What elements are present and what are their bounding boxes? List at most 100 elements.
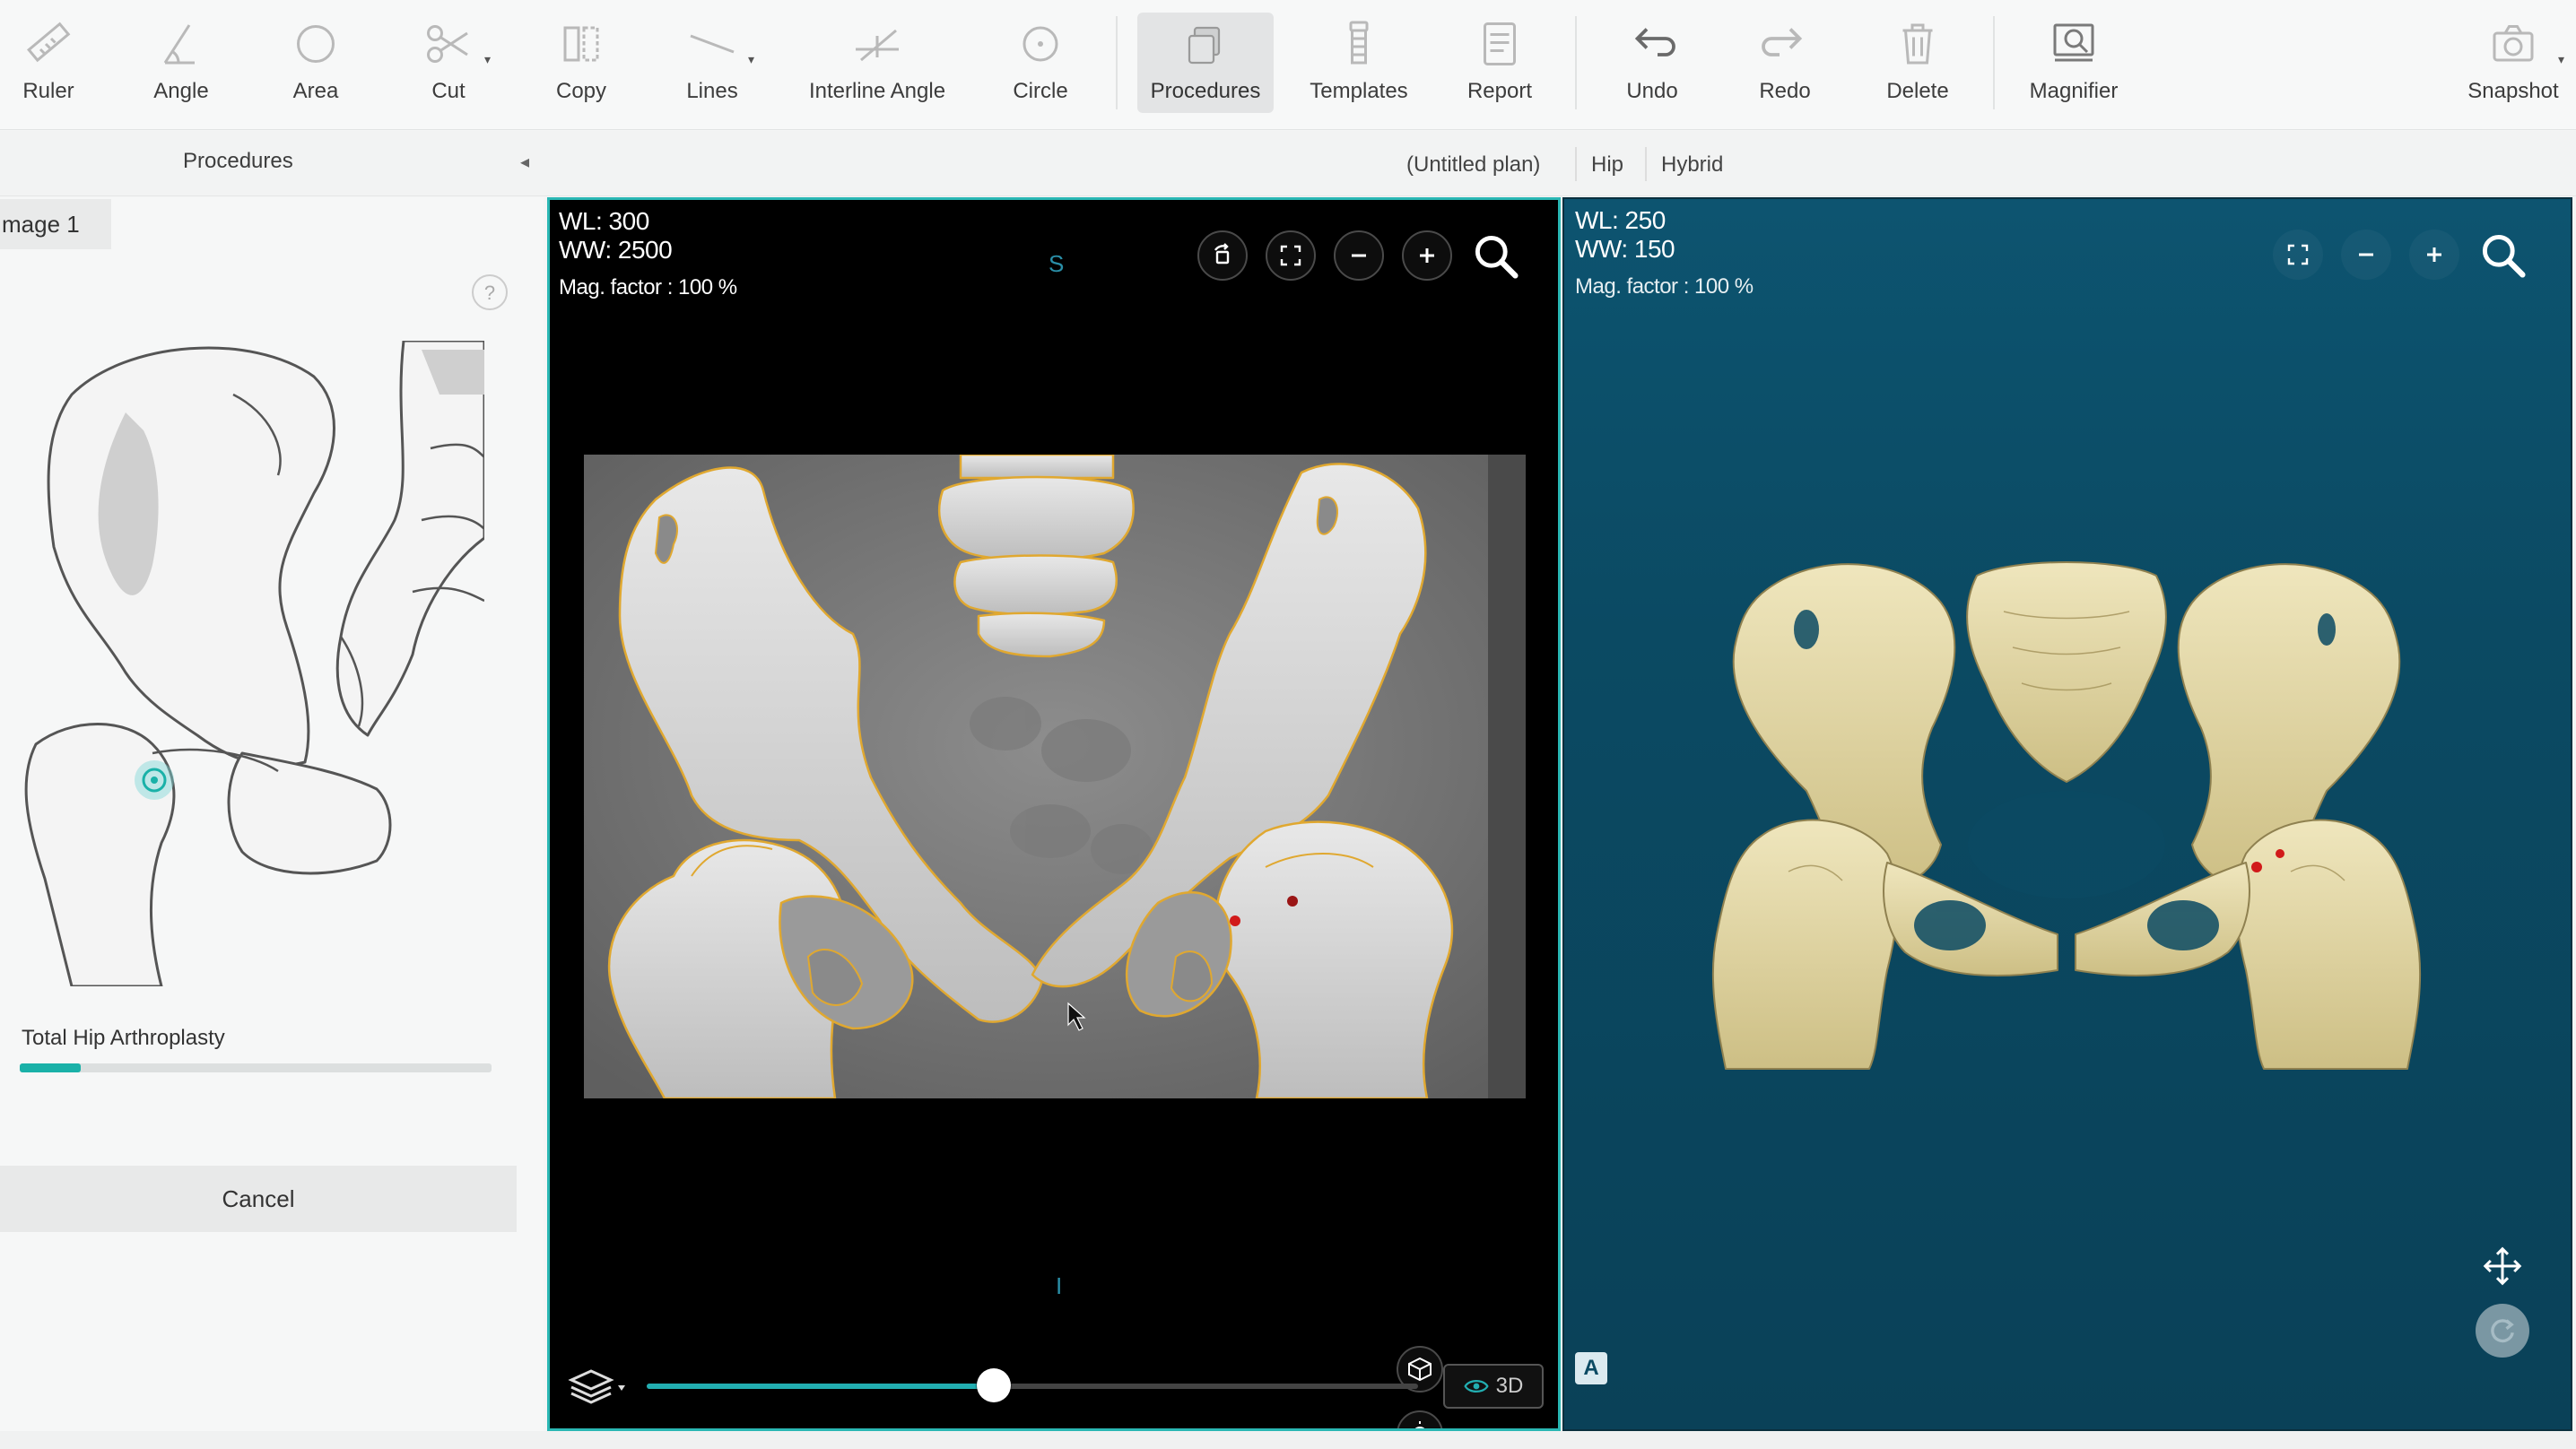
copy-tool-button[interactable]: Copy <box>544 13 619 113</box>
show-3d-toggle-button[interactable]: 3D <box>1443 1364 1544 1409</box>
lines-icon <box>681 13 744 75</box>
plus-icon <box>1420 248 1434 263</box>
undo-label: Undo <box>1626 79 1678 103</box>
delete-label: Delete <box>1886 79 1949 103</box>
contrast-icon <box>1414 1421 1425 1428</box>
crumb-hybrid[interactable]: Hybrid <box>1661 152 1723 178</box>
magnification-readout: Mag. factor : 100 % <box>559 275 737 299</box>
orientation-superior-label: S <box>1049 250 1065 277</box>
area-icon <box>284 13 347 75</box>
minus-icon <box>2359 253 2373 256</box>
rotate-view-button[interactable] <box>1197 230 1248 281</box>
templates-tool-button[interactable]: Templates <box>1301 13 1417 113</box>
cube-icon <box>1408 1357 1432 1382</box>
circle-icon <box>1009 13 1072 75</box>
toolbar-separator <box>1993 16 1995 109</box>
angle-tool-button[interactable]: Angle <box>144 13 219 113</box>
magnifier-label: Magnifier <box>2029 79 2119 103</box>
report-icon <box>1468 13 1531 75</box>
rotate-3d-button[interactable] <box>2476 1304 2529 1358</box>
procedures-label: Procedures <box>1150 79 1261 103</box>
eye-icon <box>1463 1379 1489 1393</box>
refresh-icon <box>2491 1319 2514 1343</box>
angle-icon <box>150 13 213 75</box>
circle-label: Circle <box>1013 79 1068 103</box>
minus-icon <box>1352 254 1366 257</box>
snapshot-dropdown-caret-icon[interactable]: ▾ <box>2558 52 2564 67</box>
interline-angle-label: Interline Angle <box>808 79 946 103</box>
hip-anatomy-illustration <box>24 341 484 986</box>
layers-icon[interactable] <box>566 1362 629 1407</box>
ct-coronal-image <box>584 455 1526 1098</box>
contrast-toggle-button[interactable] <box>1397 1410 1443 1428</box>
3d-render-viewport[interactable]: WL: 250 WW: 150 Mag. factor : 100 % A <box>1562 197 2572 1431</box>
cut-dropdown-caret-icon[interactable]: ▾ <box>484 52 491 67</box>
help-icon[interactable]: ? <box>472 274 508 310</box>
procedures-panel-title: Procedures <box>183 149 293 173</box>
templates-label: Templates <box>1310 79 1408 103</box>
procedures-tool-button[interactable]: Procedures <box>1137 13 1274 113</box>
crumb-hip[interactable]: Hip <box>1591 152 1623 178</box>
fit-to-screen-button[interactable] <box>1266 230 1316 281</box>
move-arrows-icon[interactable] <box>2481 1245 2524 1288</box>
cancel-button[interactable]: Cancel <box>0 1166 517 1232</box>
redo-button[interactable]: Redo <box>1747 13 1823 113</box>
interline-angle-tool-button[interactable]: Interline Angle <box>796 13 958 113</box>
circle-tool-button[interactable]: Circle <box>1003 13 1078 113</box>
fullscreen-icon <box>2287 244 2309 265</box>
zoom-out-button[interactable] <box>1334 230 1384 281</box>
ruler-label: Ruler <box>22 79 74 103</box>
snapshot-label: Snapshot <box>2467 79 2559 103</box>
slice-slider-handle[interactable] <box>977 1368 1011 1402</box>
fullscreen-icon <box>1280 245 1301 266</box>
lines-label: Lines <box>686 79 738 103</box>
procedure-name: Total Hip Arthroplasty <box>22 1026 225 1050</box>
procedure-progress-fill <box>20 1063 82 1072</box>
delete-button[interactable]: Delete <box>1880 13 1955 113</box>
search-icon <box>1475 235 1519 279</box>
plan-name[interactable]: (Untitled plan) <box>1406 152 1540 178</box>
report-tool-button[interactable]: Report <box>1462 13 1537 113</box>
window-level-readout: WL: 250 <box>1575 206 1666 234</box>
search-zoom-button[interactable] <box>1466 227 1524 284</box>
window-width-readout: WW: 150 <box>1575 235 1675 263</box>
snapshot-tool-button[interactable]: Snapshot ▾ <box>2461 13 2565 113</box>
landmark-point <box>1287 896 1298 907</box>
landmark-point <box>1230 915 1240 926</box>
toolbar-separator <box>1116 16 1118 109</box>
landmark-point <box>2276 849 2284 858</box>
search-zoom-button[interactable] <box>2474 226 2531 283</box>
undo-icon <box>1621 13 1684 75</box>
cut-tool-button[interactable]: Cut ▾ <box>411 13 491 113</box>
lines-tool-button[interactable]: Lines ▾ <box>674 13 754 113</box>
annotation-a-icon[interactable]: A <box>1575 1352 1607 1384</box>
image-tab[interactable]: mage 1 <box>0 199 111 249</box>
magnifier-icon <box>2042 13 2105 75</box>
sub-header-bar <box>0 131 2576 196</box>
undo-button[interactable]: Undo <box>1614 13 1690 113</box>
plus-icon <box>2427 247 2441 262</box>
area-label: Area <box>292 79 339 103</box>
collapse-panel-icon[interactable]: ◂ <box>520 151 529 173</box>
magnifier-tool-button[interactable]: Magnifier <box>2018 13 2129 113</box>
zoom-in-button[interactable] <box>1402 230 1452 281</box>
window-level-readout: WL: 300 <box>559 207 649 235</box>
slice-slider-track[interactable] <box>647 1368 1418 1402</box>
window-width-readout: WW: 2500 <box>559 236 673 264</box>
scissors-icon <box>417 13 480 75</box>
slice-slider-fill <box>647 1384 994 1389</box>
magnification-readout: Mag. factor : 100 % <box>1575 274 1754 299</box>
crumb-separator <box>1575 147 1577 181</box>
zoom-in-button[interactable] <box>2409 230 2459 280</box>
area-tool-button[interactable]: Area <box>278 13 353 113</box>
angle-label: Angle <box>153 79 209 103</box>
ruler-tool-button[interactable]: Ruler <box>11 13 86 113</box>
redo-icon <box>1754 13 1816 75</box>
status-strip <box>0 1431 2576 1449</box>
fit-to-screen-button[interactable] <box>2273 230 2323 280</box>
zoom-out-button[interactable] <box>2341 230 2391 280</box>
landmark-point <box>2251 862 2262 872</box>
ct-2d-viewport[interactable]: WL: 300 WW: 2500 Mag. factor : 100 % S R… <box>547 197 1561 1431</box>
lines-dropdown-caret-icon[interactable]: ▾ <box>748 52 754 67</box>
copy-icon <box>550 13 613 75</box>
